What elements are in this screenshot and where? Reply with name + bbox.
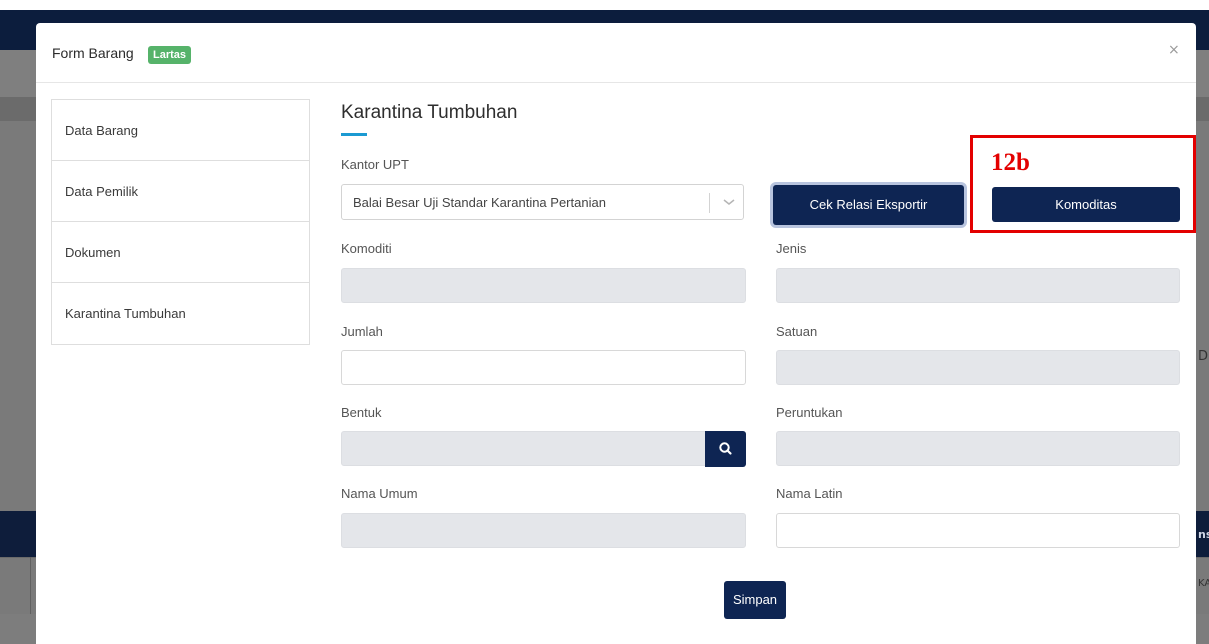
modal-header: Form Barang Lartas ×	[36, 23, 1196, 83]
jumlah-field[interactable]	[341, 350, 746, 385]
bentuk-field[interactable]	[341, 431, 707, 466]
cek-relasi-eksportir-button[interactable]: Cek Relasi Eksportir	[773, 185, 964, 225]
title-underline	[341, 133, 367, 136]
komoditi-field[interactable]	[341, 268, 746, 303]
simpan-button[interactable]: Simpan	[724, 581, 786, 619]
nama-latin-field[interactable]	[776, 513, 1180, 548]
bentuk-label: Bentuk	[341, 405, 382, 420]
kantor-upt-value: Balai Besar Uji Standar Karantina Pertan…	[353, 195, 606, 210]
background-text-fragment: KA	[1198, 578, 1209, 589]
satuan-field[interactable]	[776, 350, 1180, 385]
sidebar-item-data-pemilik[interactable]: Data Pemilik	[52, 161, 309, 222]
nama-latin-label: Nama Latin	[776, 486, 843, 501]
form-barang-modal: Form Barang Lartas × Data Barang Data Pe…	[36, 23, 1196, 644]
satuan-label: Satuan	[776, 324, 818, 339]
search-icon	[719, 442, 732, 455]
sidebar-item-data-barang[interactable]: Data Barang	[52, 100, 309, 161]
jumlah-label: Jumlah	[341, 324, 383, 339]
lartas-badge: Lartas	[148, 46, 192, 64]
close-icon[interactable]: ×	[1168, 42, 1180, 58]
komoditi-label: Komoditi	[341, 241, 392, 256]
bentuk-search-button[interactable]	[705, 431, 746, 467]
annotation-label: 12b	[991, 149, 1030, 176]
background-text-fragment: DF	[1198, 349, 1209, 364]
sidebar-item-karantina-tumbuhan[interactable]: Karantina Tumbuhan	[52, 283, 309, 344]
peruntukan-label: Peruntukan	[776, 405, 843, 420]
background-topbar	[0, 0, 1209, 10]
background-table-divider	[30, 557, 31, 614]
kantor-upt-select[interactable]: Balai Besar Uji Standar Karantina Pertan…	[341, 184, 744, 220]
kantor-upt-label: Kantor UPT	[341, 157, 409, 172]
jenis-label: Jenis	[776, 241, 807, 256]
jenis-field[interactable]	[776, 268, 1180, 303]
select-separator	[709, 193, 710, 213]
chevron-down-icon[interactable]	[720, 193, 738, 211]
background-text-fragment: ns	[1198, 528, 1209, 541]
modal-title: Form Barang	[52, 45, 134, 61]
nama-umum-label: Nama Umum	[341, 486, 418, 501]
peruntukan-field[interactable]	[776, 431, 1180, 466]
section-title: Karantina Tumbuhan	[341, 102, 518, 123]
sidebar-nav: Data Barang Data Pemilik Dokumen Karanti…	[51, 99, 310, 345]
sidebar-item-dokumen[interactable]: Dokumen	[52, 222, 309, 283]
nama-umum-field[interactable]	[341, 513, 746, 548]
